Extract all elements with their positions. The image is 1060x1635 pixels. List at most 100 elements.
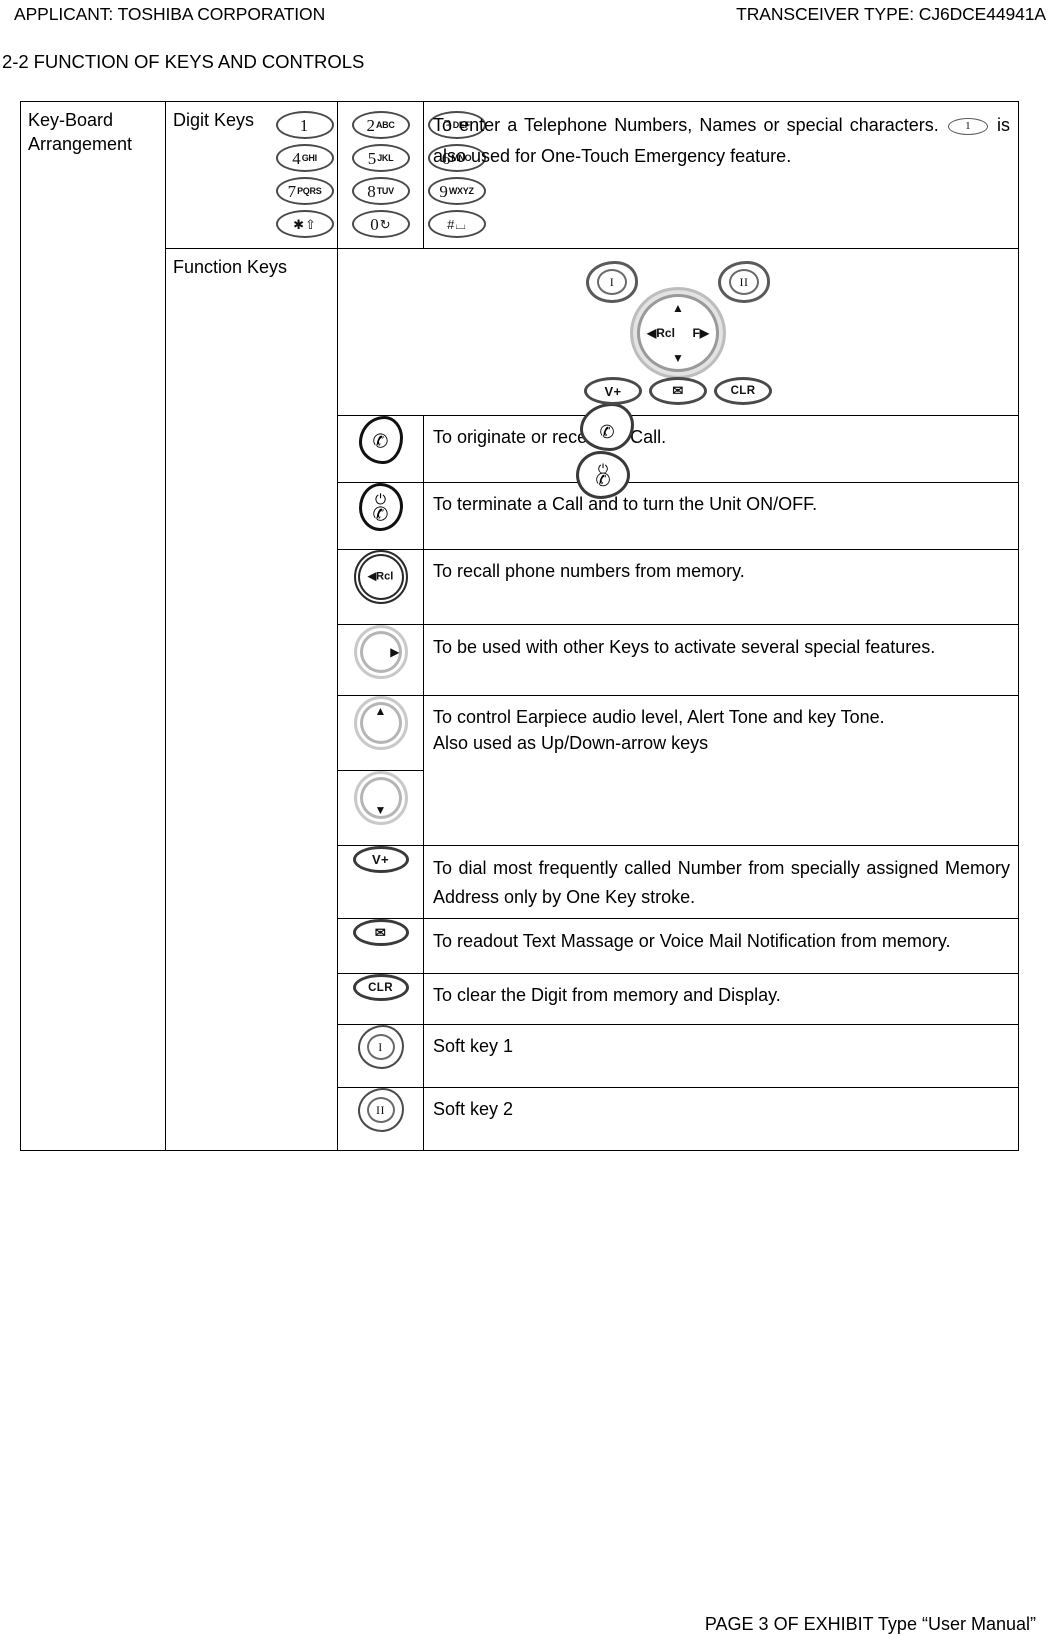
key-1-number: 1: [299, 115, 309, 135]
icon-cell-mail-key: ✉: [337, 918, 424, 975]
description-cell: To terminate a Call and to turn the Unit…: [423, 482, 1019, 550]
recall-key-icon: ◀Rcl: [353, 550, 408, 604]
row-description: To terminate a Call and to turn the Unit…: [433, 494, 818, 514]
cluster-clear-key[interactable]: CLR: [714, 377, 772, 405]
function-keys-cluster-cell: I II ◀Rcl F▶ ▲ ▼ ✆ ⏻ ✆ V+ ✉ CLR: [337, 248, 1019, 499]
key-8-letters: TUV: [376, 185, 394, 196]
row-description: To originate or receive a Call.: [433, 427, 667, 447]
function-key-icon: ▶: [353, 625, 408, 679]
down-arrow-icon: ▼: [374, 803, 387, 817]
key-9-number: 9: [439, 181, 448, 201]
send-key-icon: ✆: [358, 416, 403, 464]
soft-key-2-glyph: II: [366, 1097, 395, 1124]
table-row-function-keys-graphic: Function Keys I II ◀Rcl F▶ ▲ ▼ ✆ ⏻ ✆ V+ …: [21, 247, 1019, 1152]
keypad-row: ✱ ⇧ 0 ↻ # ⌴: [275, 210, 486, 238]
key-5-letters: JKL: [377, 152, 394, 163]
up-arrow-icon: ▲: [374, 704, 387, 718]
soft-key-1-icon: I: [357, 1025, 404, 1070]
volume-key-icon: V+: [352, 846, 409, 873]
key-2-number: 2: [366, 115, 375, 135]
mail-key-icon: ✉: [352, 919, 409, 947]
cluster-mail-key[interactable]: ✉: [649, 377, 707, 405]
key-asterisk[interactable]: ✱ ⇧: [275, 210, 334, 238]
icon-cell-soft-key-1: I: [337, 1024, 424, 1089]
description-cell: Soft key 2: [423, 1087, 1019, 1152]
nav-recall-label: ◀Rcl: [647, 326, 675, 340]
description-cell: To readout Text Massage or Voice Mail No…: [423, 918, 1019, 975]
right-arrow-icon: ▶: [390, 645, 400, 659]
key-5[interactable]: 5 JKL: [351, 144, 410, 172]
handset-send-icon: ✆: [599, 422, 615, 442]
icon-cell-down-arrow-key: ▼: [337, 770, 424, 846]
cluster-volume-key[interactable]: V+: [584, 377, 642, 405]
description-cell: To originate or receive a Call.: [423, 415, 1019, 483]
row-description: To be used with other Keys to activate s…: [433, 637, 936, 657]
cluster-soft-key-2[interactable]: II: [718, 261, 770, 303]
key-1[interactable]: 1: [275, 111, 334, 139]
soft-key-2-icon: II: [357, 1088, 404, 1133]
space-icon: ⌴: [455, 216, 466, 232]
key-4-number: 4: [292, 148, 301, 168]
nav-up-arrow-icon: ▲: [672, 301, 684, 315]
key-2-letters: ABC: [375, 119, 395, 130]
page-footer-text: PAGE 3 OF EXHIBIT Type “User Manual”: [704, 1614, 1036, 1634]
digit-keys-description-cell: To enter a Telephone Numbers, Names or s…: [423, 101, 1019, 249]
key-7-letters: PQRS: [297, 185, 322, 196]
section-title: 2-2 FUNCTION OF KEYS AND CONTROLS: [2, 51, 365, 72]
group-cell-function-keys: Function Keys: [165, 247, 338, 1152]
recall-label: ◀Rcl: [367, 570, 394, 583]
clear-key-icon: CLR: [352, 974, 409, 1002]
icon-cell-clear-key: CLR: [337, 973, 424, 1026]
key-0[interactable]: 0 ↻: [351, 210, 410, 238]
row-description: To recall phone numbers from memory.: [433, 561, 745, 581]
cluster-soft-key-1[interactable]: I: [586, 261, 638, 303]
key-8[interactable]: 8 TUV: [351, 177, 410, 205]
description-cell: To dial most frequently called Number fr…: [423, 844, 1019, 920]
table-row-digit-keys: Key-Board Arrangement Digit Keys 1 2 ABC …: [20, 100, 1019, 1152]
nav-down-arrow-icon: ▼: [672, 351, 684, 365]
function-keys-cluster: I II ◀Rcl F▶ ▲ ▼ ✆ ⏻ ✆ V+ ✉ CLR: [576, 259, 778, 499]
description-cell: To control Earpiece audio level, Alert T…: [423, 695, 1019, 846]
page-header: APPLICANT: TOSHIBA CORPORATION TRANSCEIV…: [0, 0, 1060, 34]
rotate-icon: ↻: [379, 216, 391, 232]
nav-function-label: F▶: [692, 326, 709, 340]
description-cell: Soft key 1: [423, 1024, 1019, 1089]
key-9[interactable]: 9 WXYZ: [427, 177, 486, 205]
icon-cell-function-key: ▶: [337, 624, 424, 696]
applicant-label: APPLICANT: TOSHIBA CORPORATION: [14, 4, 326, 24]
cluster-send-key[interactable]: ✆: [580, 403, 634, 451]
row-description: Soft key 2: [433, 1099, 514, 1120]
description-cell: To recall phone numbers from memory.: [423, 549, 1019, 625]
key-4[interactable]: 4 GHI: [275, 144, 334, 172]
inline-key-1-icon: 1: [947, 117, 988, 135]
key-4-letters: GHI: [301, 152, 317, 163]
icon-cell-up-arrow-key: ▲: [337, 695, 424, 771]
key-2[interactable]: 2 ABC: [351, 111, 410, 139]
icon-cell-soft-key-2: II: [337, 1087, 424, 1152]
key-7[interactable]: 7 PQRS: [275, 177, 334, 205]
down-arrow-key-icon: ▼: [353, 771, 408, 825]
digit-keys-description: To enter a Telephone Numbers, Names or s…: [424, 102, 1018, 177]
icon-cell-send-key: ✆: [337, 415, 424, 483]
row-description: Soft key 1: [433, 1036, 514, 1057]
description-cell: To clear the Digit from memory and Displ…: [423, 973, 1019, 1026]
shift-up-icon: ⇧: [305, 216, 316, 232]
asterisk-icon: ✱: [293, 216, 304, 232]
key-hash[interactable]: # ⌴: [427, 210, 486, 238]
key-5-number: 5: [367, 148, 377, 168]
digit-keys-desc-part1: To enter a Telephone Numbers, Names or s…: [433, 115, 939, 135]
key-7-number: 7: [287, 181, 297, 201]
row-description: To readout Text Massage or Voice Mail No…: [433, 931, 951, 952]
key-8-number: 8: [367, 181, 376, 201]
icon-cell-end-key: ⏻ ✆: [337, 482, 424, 550]
digit-keypad: 1 2 ABC 3 DEF 4 GHI 5 JKL 6 MNO 7 PQRS 8 TUV 9W…: [275, 102, 486, 248]
row-description-line-2: Also used as Up/Down-arrow keys: [433, 733, 709, 754]
navigation-ring[interactable]: ◀Rcl F▶ ▲ ▼: [630, 287, 726, 379]
description-cell: To be used with other Keys to activate s…: [423, 624, 1019, 696]
row-description: To control Earpiece audio level, Alert T…: [424, 696, 1018, 762]
keys-and-controls-table: Key-Board Arrangement Digit Keys 1 2 ABC …: [20, 100, 1019, 1152]
hash-icon: #: [447, 216, 455, 232]
key-9-letters: WXYZ: [448, 185, 474, 196]
up-arrow-key-icon: ▲: [353, 696, 408, 750]
page-footer: PAGE 3 OF EXHIBIT Type “User Manual”: [0, 1614, 1060, 1635]
